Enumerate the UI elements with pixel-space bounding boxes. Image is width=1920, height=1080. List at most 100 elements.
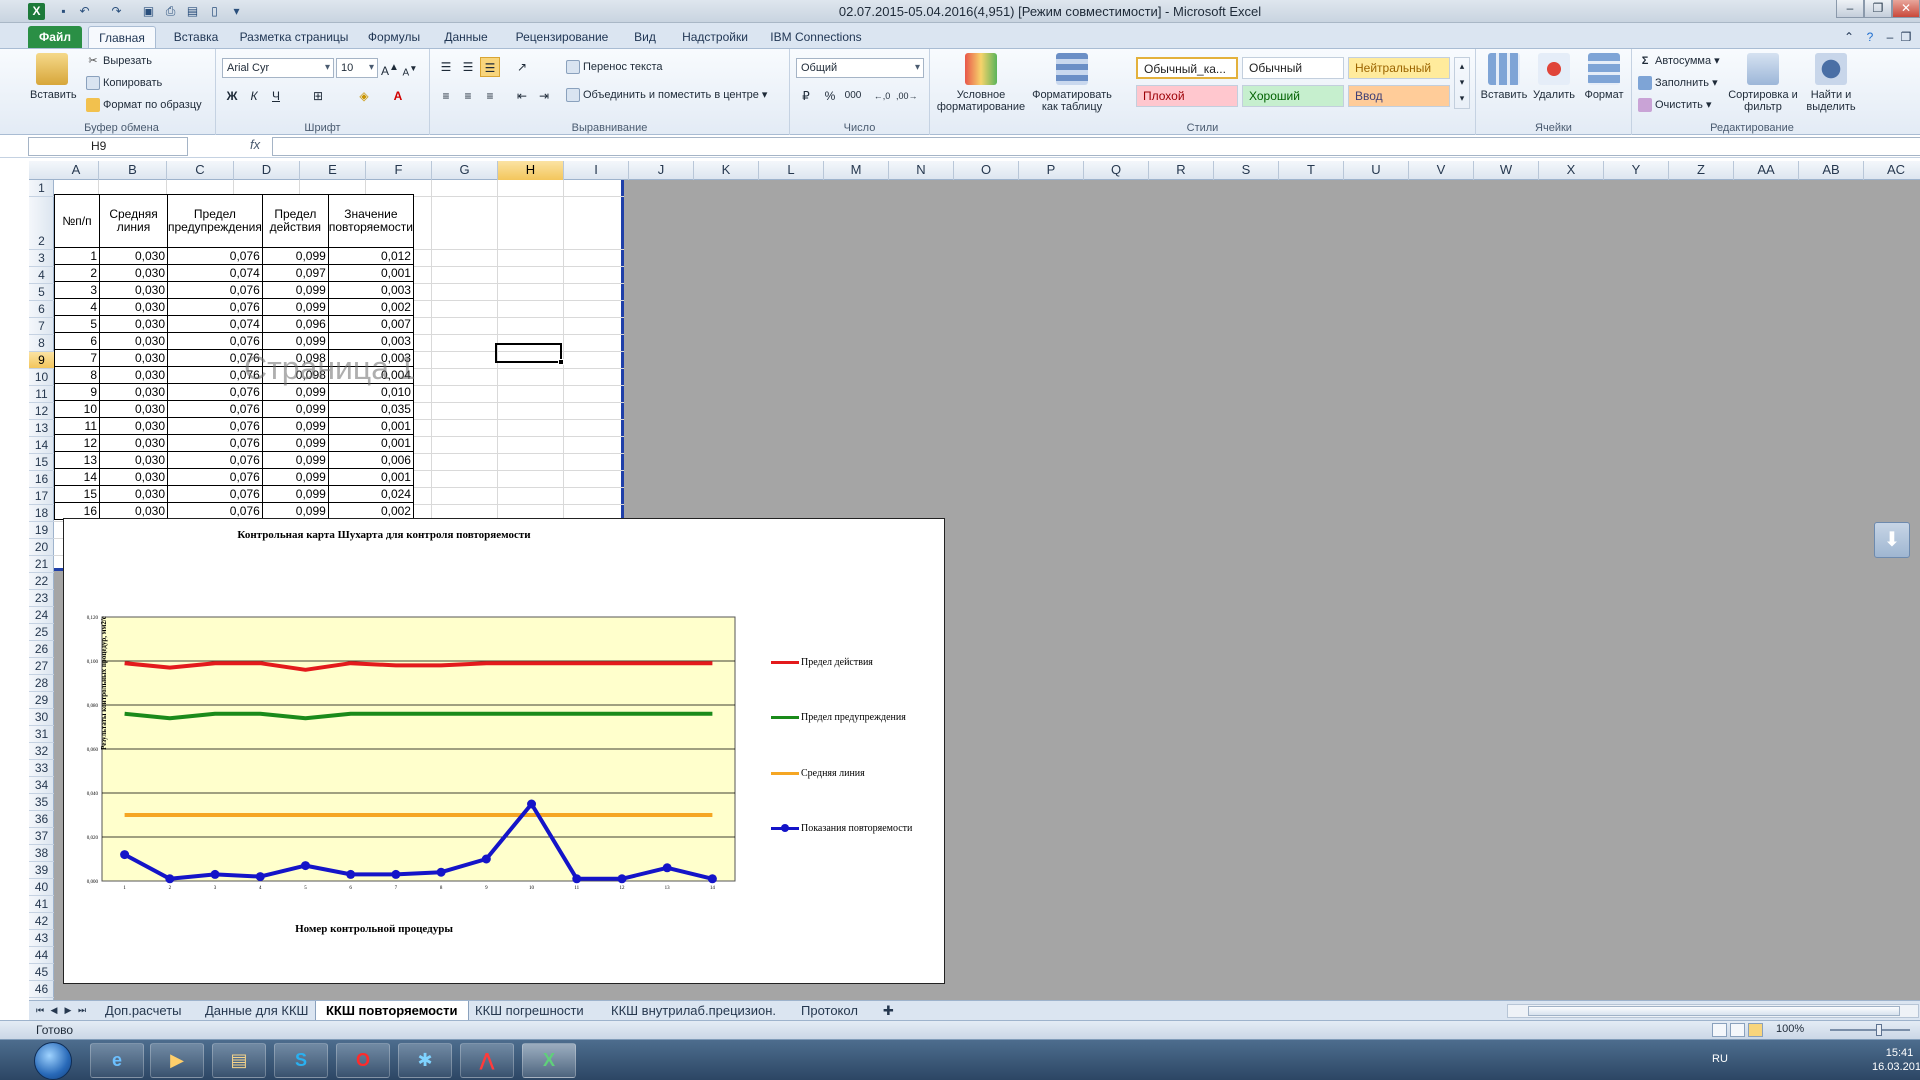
media-player-icon[interactable]: ▶ bbox=[150, 1043, 204, 1078]
table-cell[interactable]: 0,076 bbox=[167, 281, 263, 299]
table-cell[interactable]: 15 bbox=[54, 485, 100, 503]
column-header[interactable]: O bbox=[954, 161, 1019, 180]
row-header[interactable]: 13 bbox=[29, 420, 54, 437]
row-header[interactable]: 19 bbox=[29, 522, 54, 539]
row-header[interactable]: 11 bbox=[29, 386, 54, 403]
table-cell[interactable]: 0,030 bbox=[99, 451, 168, 469]
table-header-cell[interactable]: №п/п bbox=[54, 194, 100, 248]
doc-restore-icon[interactable]: ❐ bbox=[1900, 26, 1912, 48]
table-cell[interactable]: 0,076 bbox=[167, 417, 263, 435]
acrobat-icon[interactable]: ⋀ bbox=[460, 1043, 514, 1078]
row-header[interactable]: 20 bbox=[29, 539, 54, 556]
column-header[interactable]: P bbox=[1019, 161, 1084, 180]
table-cell[interactable]: 0,024 bbox=[327, 485, 414, 503]
table-header-cell[interactable]: Средняя линия bbox=[99, 194, 168, 248]
table-cell[interactable]: 1 bbox=[54, 247, 100, 265]
tab-page-layout[interactable]: Разметка страницы bbox=[236, 26, 352, 48]
first-sheet-icon[interactable]: ⏮ bbox=[33, 1003, 47, 1018]
table-header-cell[interactable]: Предел предупреждения bbox=[167, 194, 263, 248]
align-right-icon[interactable]: ≡ bbox=[480, 86, 500, 106]
table-cell[interactable]: 0,076 bbox=[167, 247, 263, 265]
page-break-view-icon[interactable] bbox=[1748, 1023, 1763, 1037]
table-cell[interactable]: 0,099 bbox=[261, 468, 329, 486]
row-header[interactable]: 28 bbox=[29, 675, 54, 692]
tab-addins[interactable]: Надстройки bbox=[672, 26, 758, 48]
row-header[interactable]: 24 bbox=[29, 607, 54, 624]
table-cell[interactable]: 14 bbox=[54, 468, 100, 486]
style-neutral[interactable]: Нейтральный bbox=[1348, 57, 1450, 79]
restore-button[interactable]: ❐ bbox=[1864, 0, 1892, 18]
tab-review[interactable]: Рецензирование bbox=[506, 26, 618, 48]
next-sheet-icon[interactable]: ▶ bbox=[61, 1003, 75, 1018]
table-cell[interactable]: 0,099 bbox=[261, 417, 329, 435]
tab-insert[interactable]: Вставка bbox=[166, 26, 226, 48]
row-header[interactable]: 16 bbox=[29, 471, 54, 488]
column-header[interactable]: L bbox=[759, 161, 824, 180]
style-bad[interactable]: Плохой bbox=[1136, 85, 1238, 107]
undo-icon[interactable]: ↶ bbox=[76, 3, 93, 20]
network-app-icon[interactable]: ✱ bbox=[398, 1043, 452, 1078]
explorer-icon[interactable]: ▤ bbox=[212, 1043, 266, 1078]
thousands-button[interactable]: 000 bbox=[840, 86, 866, 106]
increase-indent-icon[interactable]: ⇥ bbox=[534, 86, 554, 106]
row-header[interactable]: 41 bbox=[29, 896, 54, 913]
style-normal[interactable]: Обычный bbox=[1242, 57, 1344, 79]
row-header[interactable]: 44 bbox=[29, 947, 54, 964]
open-icon[interactable]: ▤ bbox=[184, 3, 201, 20]
table-cell[interactable]: 16 bbox=[54, 502, 100, 520]
save-icon[interactable]: ▪ bbox=[55, 3, 72, 20]
page-layout-view-icon[interactable] bbox=[1730, 1023, 1745, 1037]
currency-icon[interactable]: ₽ bbox=[796, 86, 816, 106]
font-color-icon[interactable]: A bbox=[388, 86, 408, 106]
row-header[interactable]: 6 bbox=[29, 301, 54, 318]
table-cell[interactable]: 0,030 bbox=[99, 434, 168, 452]
prev-sheet-icon[interactable]: ◀ bbox=[47, 1003, 61, 1018]
table-cell[interactable]: 0,030 bbox=[99, 417, 168, 435]
new-icon[interactable]: ▯ bbox=[206, 3, 223, 20]
increase-decimal-icon[interactable]: ←,0 bbox=[872, 86, 892, 106]
table-cell[interactable]: 0,076 bbox=[167, 502, 263, 520]
row-header[interactable]: 14 bbox=[29, 437, 54, 454]
font-size-combo[interactable]: 10 bbox=[336, 58, 378, 78]
row-header[interactable]: 12 bbox=[29, 403, 54, 420]
table-cell[interactable]: 9 bbox=[54, 383, 100, 401]
excel-taskbar-icon[interactable]: X bbox=[522, 1043, 576, 1078]
row-header[interactable]: 37 bbox=[29, 828, 54, 845]
column-header[interactable]: W bbox=[1474, 161, 1539, 180]
clear-button[interactable]: Очистить ▾ bbox=[1638, 98, 1711, 113]
table-cell[interactable]: 0,003 bbox=[327, 332, 414, 350]
zoom-thumb[interactable] bbox=[1876, 1024, 1882, 1036]
column-header[interactable]: M bbox=[824, 161, 889, 180]
align-center-icon[interactable]: ≡ bbox=[458, 86, 478, 106]
formula-input[interactable] bbox=[272, 137, 1920, 156]
row-header[interactable]: 34 bbox=[29, 777, 54, 794]
row-header[interactable]: 29 bbox=[29, 692, 54, 709]
table-cell[interactable]: 2 bbox=[54, 264, 100, 282]
delete-cells-button[interactable]: Удалить bbox=[1530, 53, 1578, 101]
conditional-formatting-button[interactable]: Условное форматирование bbox=[936, 53, 1026, 113]
opera-icon[interactable]: O bbox=[336, 1043, 390, 1078]
table-cell[interactable]: 0,076 bbox=[167, 434, 263, 452]
redo-icon[interactable]: ↷ bbox=[108, 3, 125, 20]
style-normal-ka[interactable]: Обычный_ка... bbox=[1136, 57, 1238, 79]
table-cell[interactable]: 0,099 bbox=[261, 247, 329, 265]
table-cell[interactable]: 0,030 bbox=[99, 400, 168, 418]
bold-icon[interactable]: Ж bbox=[222, 86, 242, 106]
decrease-indent-icon[interactable]: ⇤ bbox=[512, 86, 532, 106]
row-header[interactable]: 15 bbox=[29, 454, 54, 471]
column-header[interactable]: U bbox=[1344, 161, 1409, 180]
italic-icon[interactable]: К bbox=[244, 86, 264, 106]
table-header-cell[interactable]: Значение повторяемости bbox=[327, 194, 414, 248]
borders-icon[interactable]: ⊞ bbox=[308, 86, 328, 106]
sort-filter-button[interactable]: Сортировка и фильтр bbox=[1728, 53, 1798, 113]
percent-button[interactable]: % bbox=[820, 86, 840, 106]
table-cell[interactable]: 0,097 bbox=[261, 264, 329, 282]
table-cell[interactable]: 0,035 bbox=[327, 400, 414, 418]
align-top-icon[interactable]: ☰ bbox=[436, 57, 456, 77]
table-cell[interactable]: 6 bbox=[54, 332, 100, 350]
style-input[interactable]: Ввод bbox=[1348, 85, 1450, 107]
row-header[interactable]: 2 bbox=[29, 197, 54, 250]
column-header[interactable]: E bbox=[300, 161, 366, 180]
row-header[interactable]: 27 bbox=[29, 658, 54, 675]
table-cell[interactable]: 0,076 bbox=[167, 400, 263, 418]
